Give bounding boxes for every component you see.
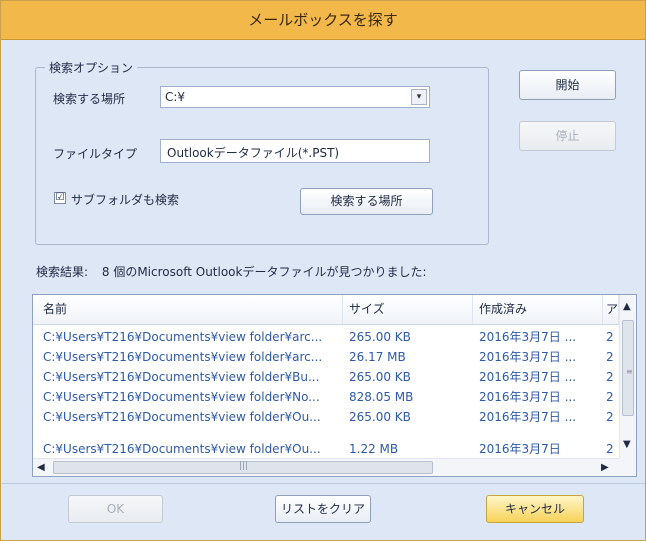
row-size: 265.00 KB [349,330,411,344]
row-size: 828.05 MB [349,390,414,404]
subfolder-label: サブフォルダも検索 [71,193,180,207]
cancel-button[interactable]: キャンセル [486,495,584,523]
table-row[interactable]: C:¥Users¥T216¥Documents¥view folder¥arc.… [33,327,619,347]
row-name: C:¥Users¥T216¥Documents¥view folder¥arc.… [43,350,323,364]
grip-icon: ≡ [626,367,633,376]
row-extra: 2 [606,442,614,456]
row-extra: 2 [606,350,614,364]
row-created: 2016年3月7日 ... [479,370,577,384]
row-size: 26.17 MB [349,350,406,364]
row-name: C:¥Users¥T216¥Documents¥view folder¥No..… [43,390,320,404]
column-header-extra[interactable]: ア [603,295,619,324]
horizontal-scrollbar[interactable]: ◀ ||| ▶ [33,458,619,476]
arrow-up-icon[interactable]: ▲ [623,301,631,312]
row-size: 265.00 KB [349,410,411,424]
subfolder-checkbox[interactable]: ☑ [54,192,66,204]
row-created: 2016年3月7日 ... [479,330,577,344]
location-value: C:¥ [165,90,186,104]
row-extra: 2 [606,370,614,384]
row-size: 1.22 MB [349,442,399,456]
grip-icon: ||| [239,461,249,471]
results-title: 検索結果: [36,265,89,279]
clear-list-button[interactable]: リストをクリア [275,495,371,523]
row-created: 2016年3月7日 ... [479,350,577,364]
table-row[interactable]: C:¥Users¥T216¥Documents¥view folder¥Ou..… [33,407,619,427]
table-row[interactable]: C:¥Users¥T216¥Documents¥view folder¥arc.… [33,347,619,367]
row-extra: 2 [606,390,614,404]
scrollbar-corner [619,458,636,476]
filetype-label: ファイルタイプ [53,147,138,161]
row-created: 2016年3月7日 ... [479,390,577,404]
stop-button[interactable]: 停止 [519,121,616,151]
results-summary: 8 個のMicrosoft Outlookデータファイルが見つかりました: [101,265,427,279]
table-row[interactable]: C:¥Users¥T216¥Documents¥view folder¥Bu..… [33,367,619,387]
column-header-name[interactable]: 名前 [33,295,343,324]
row-extra: 2 [606,330,614,344]
search-options-legend: 検索オプション [45,59,138,76]
window-title: メールボックスを探す [1,1,645,40]
vertical-scrollbar[interactable]: ▲ ≡ ▼ [619,295,636,458]
list-header: 名前 サイズ 作成済み ア [33,295,619,325]
row-created: 2016年3月7日 [479,442,561,456]
column-header-size[interactable]: サイズ [343,295,473,324]
row-name: C:¥Users¥T216¥Documents¥view folder¥Ou..… [43,442,321,456]
row-created: 2016年3月7日 ... [479,410,577,424]
arrow-left-icon[interactable]: ◀ [37,462,45,473]
location-combobox[interactable]: C:¥ ▾ [160,86,430,108]
ok-button[interactable]: OK [68,495,163,523]
results-list[interactable]: 名前 サイズ 作成済み ア C:¥Users¥T216¥Documents¥vi… [32,294,637,477]
find-mailbox-dialog: メールボックスを探す 検索オプション 検索する場所 C:¥ ▾ ファイルタイプ … [0,0,646,541]
row-name: C:¥Users¥T216¥Documents¥view folder¥Ou..… [43,410,321,424]
arrow-right-icon[interactable]: ▶ [601,462,609,473]
start-button[interactable]: 開始 [519,70,616,100]
vertical-scroll-thumb[interactable]: ≡ [622,320,634,416]
filetype-field[interactable]: Outlookデータファイル(*.PST) [160,139,430,163]
row-size: 265.00 KB [349,370,411,384]
chevron-down-icon[interactable]: ▾ [411,89,427,105]
row-name: C:¥Users¥T216¥Documents¥view folder¥Bu..… [43,370,320,384]
horizontal-scroll-thumb[interactable]: ||| [53,461,433,474]
button-divider [1,483,645,484]
row-extra: 2 [606,410,614,424]
browse-location-button[interactable]: 検索する場所 [300,188,433,215]
table-row[interactable]: C:¥Users¥T216¥Documents¥view folder¥No..… [33,387,619,407]
row-name: C:¥Users¥T216¥Documents¥view folder¥arc.… [43,330,323,344]
column-header-created[interactable]: 作成済み [473,295,603,324]
location-label: 検索する場所 [53,92,126,106]
results-label: 検索結果: 8 個のMicrosoft Outlookデータファイルが見つかりま… [36,263,427,280]
table-row[interactable]: C:¥Users¥T216¥Documents¥view folder¥Ou..… [33,439,619,458]
arrow-down-icon[interactable]: ▼ [623,439,631,450]
